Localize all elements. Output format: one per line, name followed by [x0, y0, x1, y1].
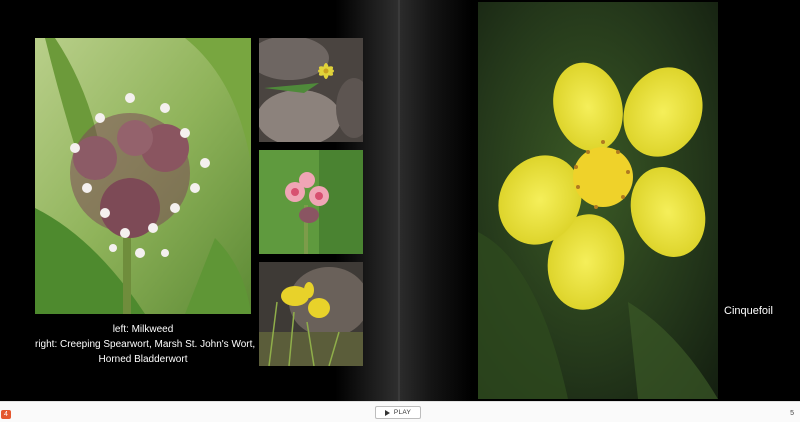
caption-line-milkweed: left: Milkweed — [112, 324, 174, 335]
horned-bladderwort-photo — [259, 262, 363, 366]
cinquefoil-photo — [478, 2, 718, 399]
milkweed-photo — [35, 38, 251, 314]
left-page-caption: left: Milkweed right: Creeping Spearwort… — [35, 322, 256, 367]
right-page-number[interactable]: 5 — [790, 410, 794, 417]
left-page-number-badge[interactable]: 4 — [1, 410, 11, 419]
creeping-spearwort-photo — [259, 38, 363, 142]
viewer-toolbar: 4 PLAY 5 — [0, 401, 800, 422]
marsh-st-johns-wort-photo — [259, 150, 363, 254]
play-icon — [384, 409, 390, 416]
play-button[interactable]: PLAY — [375, 406, 421, 419]
photo-book-spread: left: Milkweed right: Creeping Spearwort… — [0, 0, 800, 401]
caption-line-right-list: right: Creeping Spearwort, Marsh St. Joh… — [35, 339, 256, 350]
caption-line-bladderwort: Horned Bladderwort — [98, 354, 188, 365]
play-label: PLAY — [393, 409, 412, 416]
book-spine — [398, 0, 400, 401]
cinquefoil-caption: Cinquefoil — [724, 305, 773, 317]
